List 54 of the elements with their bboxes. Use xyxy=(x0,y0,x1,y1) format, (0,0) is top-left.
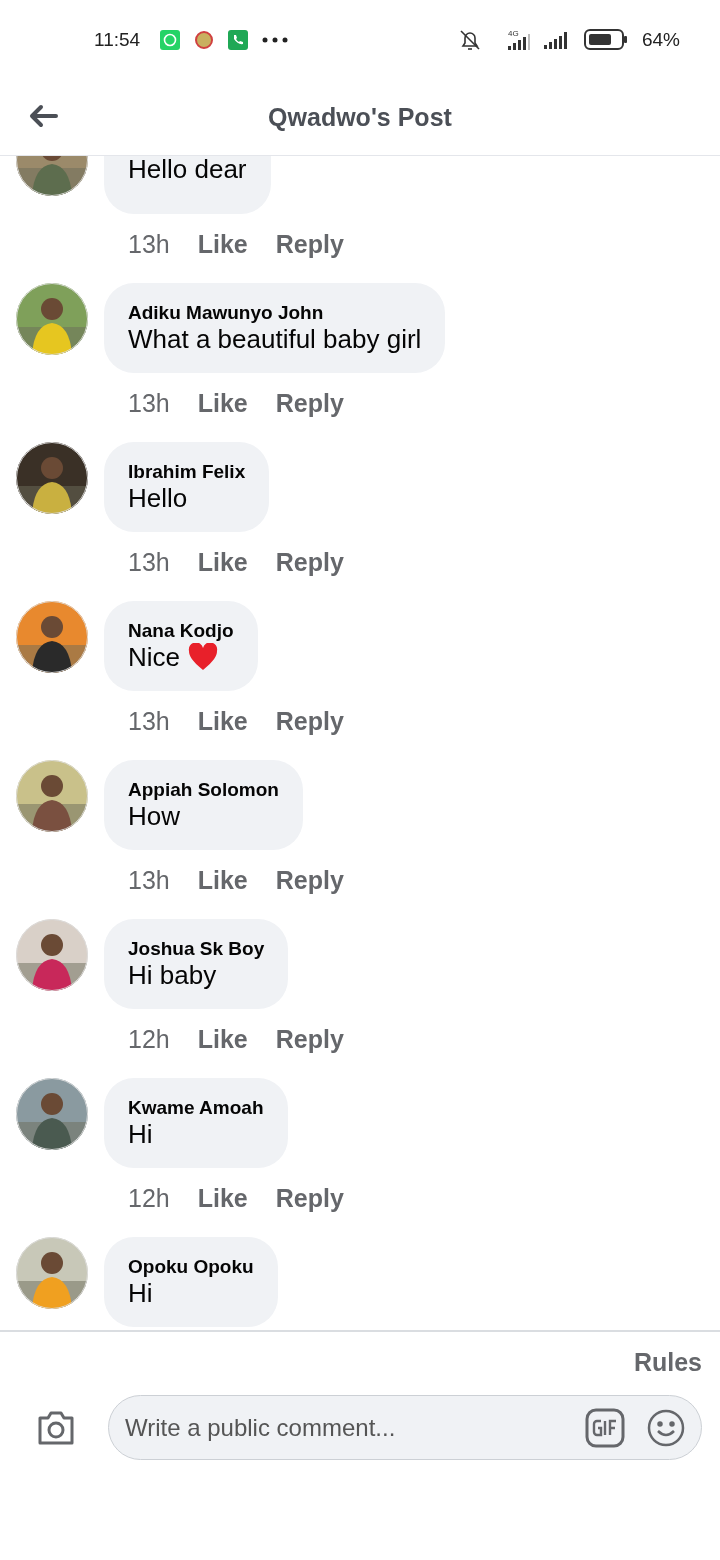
comment-text: Hello dear xyxy=(128,156,247,185)
network-type: 4G xyxy=(507,29,519,38)
camera-icon[interactable] xyxy=(36,1409,76,1446)
comment-bar[interactable]: Write a public comment... xyxy=(108,1395,702,1460)
comment-text: Hello xyxy=(128,482,188,514)
comment-time: 13h xyxy=(128,866,170,895)
reply-link[interactable]: Reply xyxy=(275,1025,344,1054)
comment-time: 13h xyxy=(128,230,170,259)
comment-author: Adiku Mawunyo John xyxy=(128,301,325,324)
gif-icon[interactable] xyxy=(585,1407,625,1448)
comment-author: Nana Kodjo xyxy=(128,619,234,642)
reply-link[interactable]: Reply xyxy=(275,389,344,418)
more-icon xyxy=(262,37,289,43)
comment-author: Opoku Opoku xyxy=(128,1255,254,1278)
comment-input[interactable]: Write a public comment... xyxy=(123,1412,563,1443)
like-link[interactable]: Like xyxy=(197,1184,248,1213)
back-arrow-icon[interactable] xyxy=(28,104,58,128)
comment-time: 12h xyxy=(128,1025,170,1054)
like-link[interactable]: Like xyxy=(197,707,248,736)
comment-author: Kwame Amoah xyxy=(128,1096,264,1119)
comment-text: Hi xyxy=(128,1277,153,1309)
like-link[interactable]: Like xyxy=(197,389,248,418)
bell-muted-icon xyxy=(457,28,482,52)
phone-icon xyxy=(228,30,249,50)
comment-time: 13h xyxy=(128,707,170,736)
rules-link[interactable]: Rules xyxy=(633,1348,702,1377)
reply-link[interactable]: Reply xyxy=(275,230,344,259)
chat-app-icon xyxy=(160,30,181,50)
status-time: 11:54 xyxy=(94,29,141,51)
reply-link[interactable]: Reply xyxy=(275,707,344,736)
comment-time: 13h xyxy=(128,389,170,418)
comment-time: 13h xyxy=(128,548,170,577)
comment-time: 12h xyxy=(128,1184,170,1213)
comment-text: Hi xyxy=(128,1118,153,1150)
like-link[interactable]: Like xyxy=(197,866,248,895)
comment-text: What a beautiful baby girl xyxy=(128,323,422,355)
reply-link[interactable]: Reply xyxy=(275,548,344,577)
page-title: Qwadwo's Post xyxy=(268,103,452,132)
like-link[interactable]: Like xyxy=(197,230,248,259)
comment-text: Nice xyxy=(128,641,180,673)
battery-icon xyxy=(583,29,628,51)
comment-text: How xyxy=(128,800,180,832)
like-link[interactable]: Like xyxy=(197,1025,248,1054)
comment-text: Hi baby xyxy=(128,959,217,991)
comment-author: Ibrahim Felix xyxy=(128,460,246,483)
smiley-icon[interactable] xyxy=(647,1408,685,1447)
like-link[interactable]: Like xyxy=(197,548,248,577)
reply-link[interactable]: Reply xyxy=(275,1184,344,1213)
app-icon xyxy=(194,30,215,50)
comment-author: Joshua Sk Boy xyxy=(128,937,265,960)
comment-author: Appiah Solomon xyxy=(128,778,279,801)
battery-percent: 64% xyxy=(641,29,680,51)
reply-link[interactable]: Reply xyxy=(275,866,344,895)
signal-icon xyxy=(543,30,570,50)
